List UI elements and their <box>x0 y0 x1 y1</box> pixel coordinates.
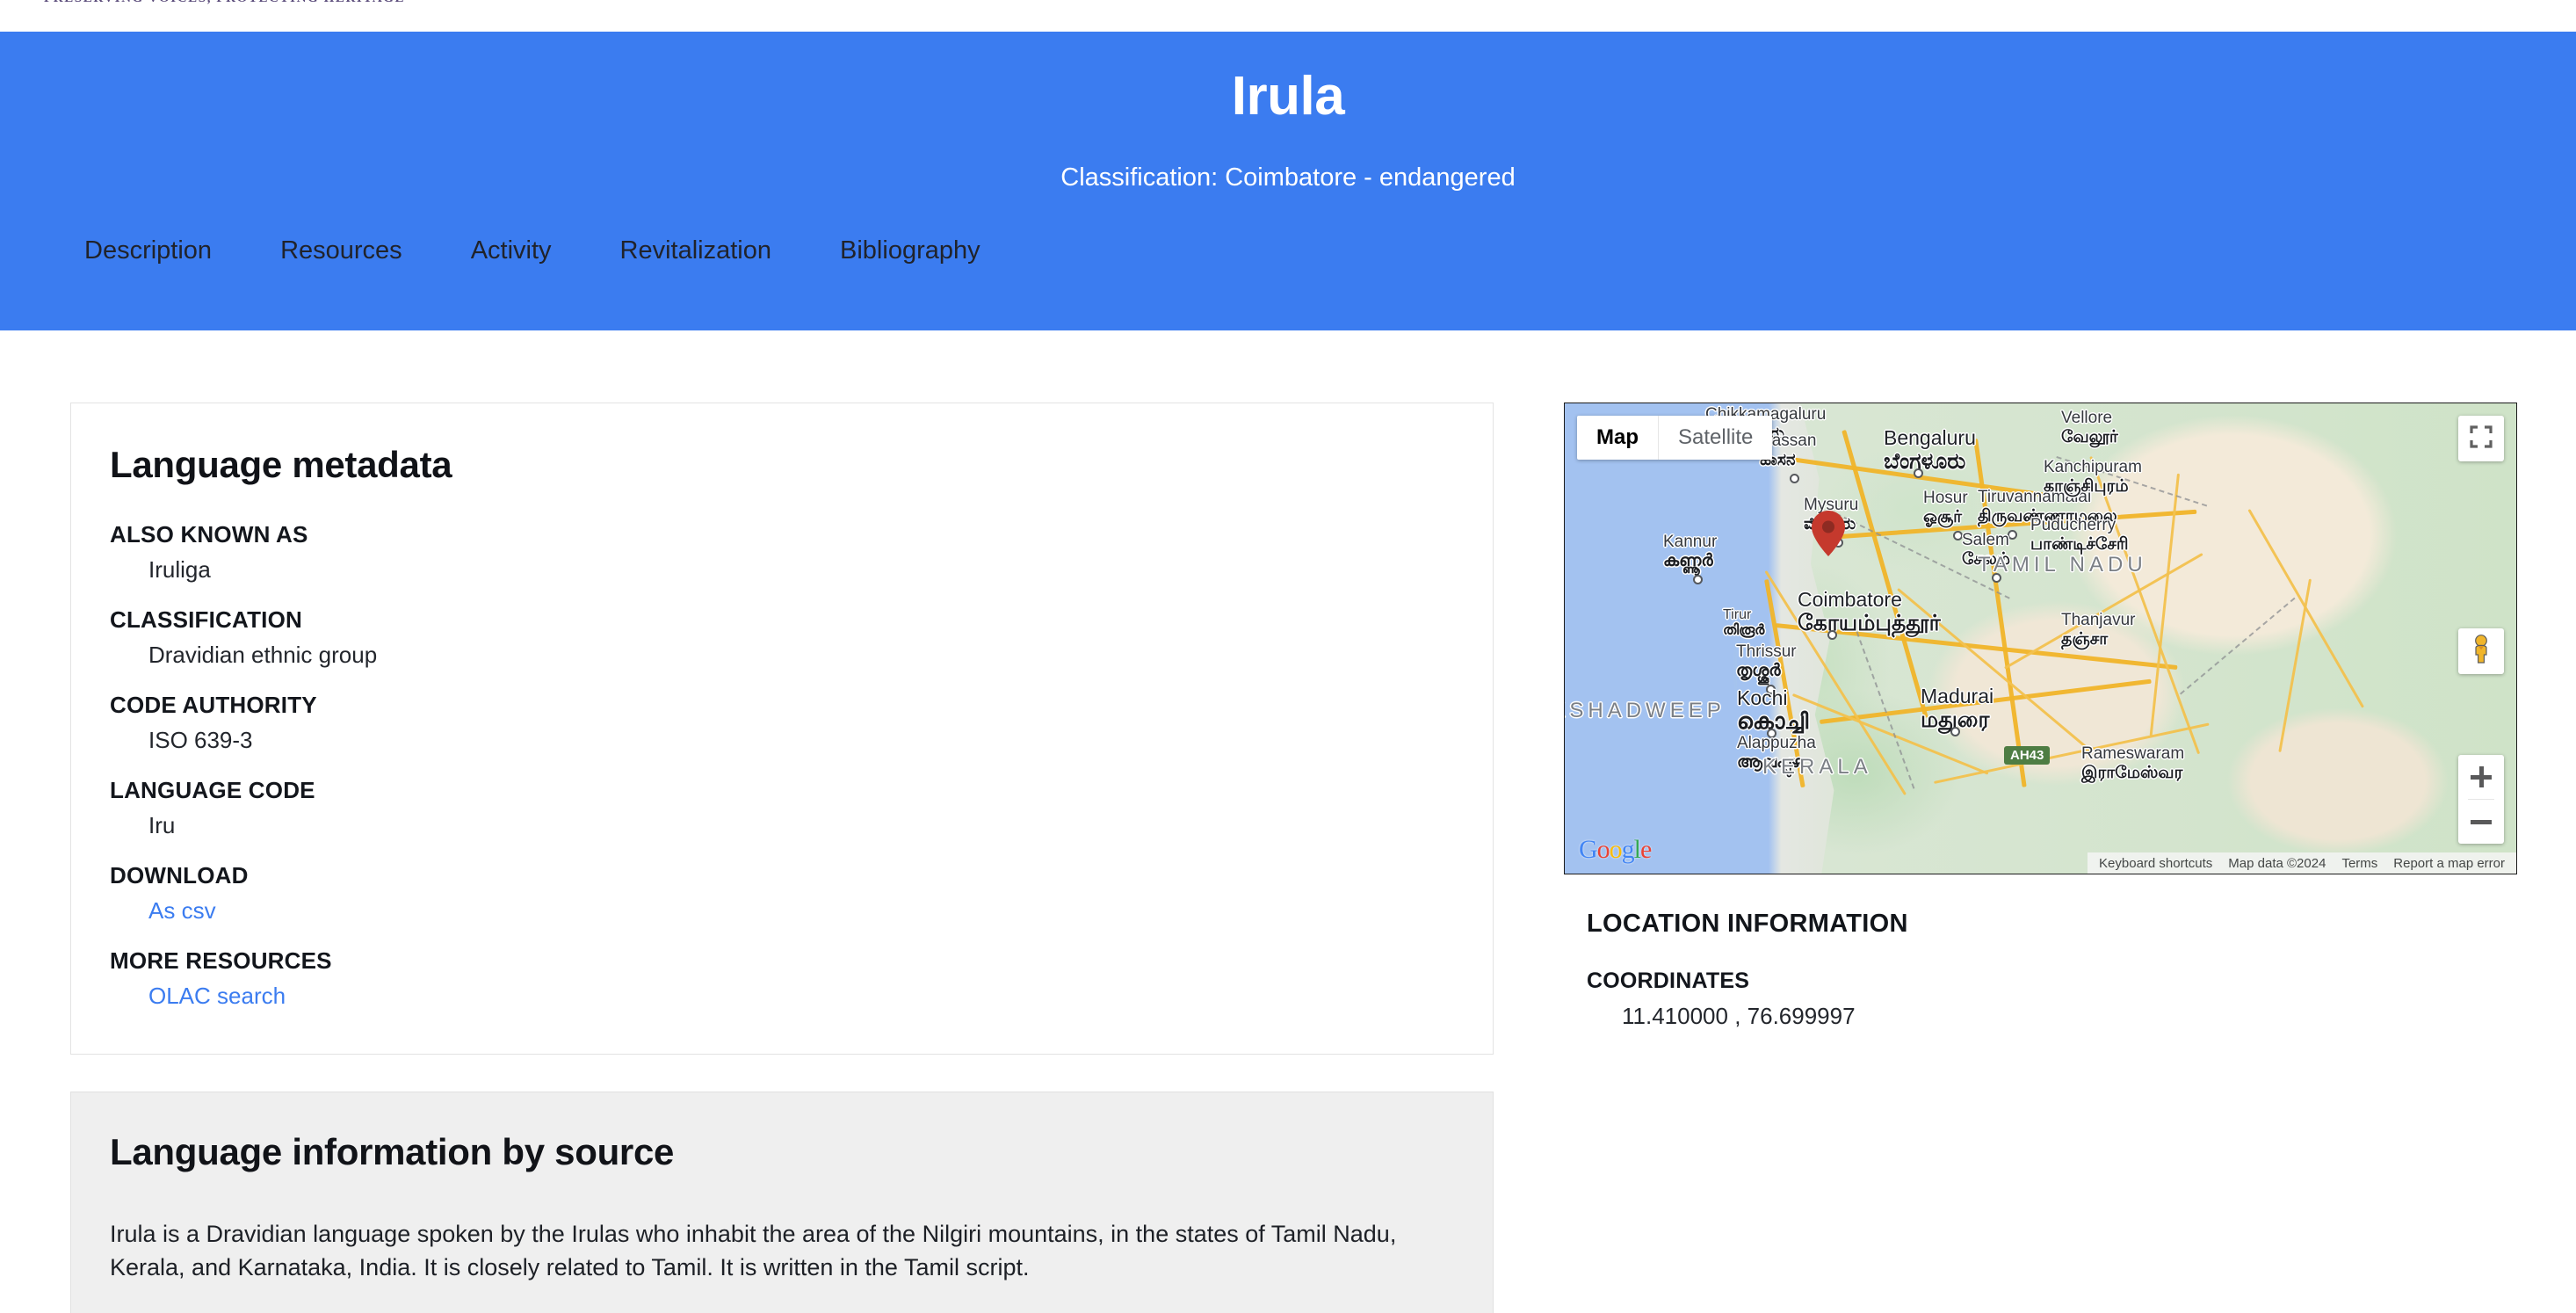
nav-item-bibliography[interactable]: Bibliography <box>840 231 980 271</box>
map-city-dot <box>1827 630 1837 640</box>
page-subtitle: Classification: Coimbatore - endangered <box>1060 163 1516 192</box>
map-city-dot <box>1834 538 1843 548</box>
map-city-dot <box>1693 575 1703 584</box>
map-zoom-control[interactable] <box>2458 755 2504 844</box>
metadata-term-classification: CLASSIFICATION <box>110 606 302 633</box>
metadata-term-download: DOWNLOAD <box>110 862 249 889</box>
download-csv-link[interactable]: As csv <box>148 897 216 924</box>
metadata-value-language-code: Iru <box>148 812 176 838</box>
olac-search-link[interactable]: OLAC search <box>148 983 286 1009</box>
map-city-dot <box>1753 649 1760 656</box>
metadata-value-classification: Dravidian ethnic group <box>148 642 378 668</box>
map-data-copyright: Map data ©2024 <box>2228 855 2326 871</box>
location-map[interactable]: AH43 Chikkamagaluruಚಿಕ್ಕಮಗಳೂರುHassanಹಾಸನ… <box>1564 403 2517 874</box>
language-metadata-card: Language metadata ALSO KNOWN AS Iruliga … <box>70 403 1494 1055</box>
map-city-dot <box>2008 530 2017 540</box>
metadata-term-more-resources: MORE RESOURCES <box>110 947 332 974</box>
metadata-term-language-code: LANGUAGE CODE <box>110 777 315 803</box>
main-nav: Description Resources Activity Revitaliz… <box>84 231 1049 271</box>
keyboard-shortcuts-link[interactable]: Keyboard shortcuts <box>2091 856 2220 871</box>
page-body: Language metadata ALSO KNOWN AS Iruliga … <box>0 330 2576 1313</box>
source-paragraph: Irula is a Dravidian language spoken by … <box>110 1221 1397 1281</box>
metadata-value-also-known-as: Iruliga <box>148 556 211 583</box>
coordinates-value: 11.410000 , 76.699997 <box>1622 1003 1856 1029</box>
map-tiles <box>1565 403 2516 874</box>
street-view-pegman-button[interactable] <box>2458 628 2504 674</box>
site-tagline: PRESERVING VOICES, PROTECTING HERITAGE <box>44 0 405 6</box>
google-logo: Google <box>1579 835 1652 864</box>
map-city-dot <box>1767 729 1776 738</box>
map-city-dot <box>1790 474 1799 483</box>
map-fullscreen-button[interactable] <box>2458 416 2504 461</box>
nav-item-revitalization[interactable]: Revitalization <box>620 231 771 271</box>
map-city-dot <box>1992 573 2001 583</box>
fullscreen-icon <box>2470 424 2493 453</box>
metadata-value-code-authority: ISO 639-3 <box>148 727 253 753</box>
report-map-error-link[interactable]: Report a map error <box>2385 856 2513 871</box>
page-title: Irula <box>1231 66 1345 127</box>
map-type-map-button[interactable]: Map <box>1577 416 1658 460</box>
language-information-by-source-card: Language information by source Irula is … <box>70 1092 1494 1313</box>
nav-item-description[interactable]: Description <box>84 231 212 271</box>
nav-item-resources[interactable]: Resources <box>280 231 402 271</box>
map-city-dot <box>1766 685 1776 694</box>
map-zoom-out-button[interactable] <box>2458 800 2504 844</box>
map-type-control[interactable]: Map Satellite <box>1577 416 1773 460</box>
metadata-term-also-known-as: ALSO KNOWN AS <box>110 521 308 548</box>
left-column: Language metadata ALSO KNOWN AS Iruliga … <box>70 403 1494 1313</box>
coordinates-term: COORDINATES <box>1587 968 1750 993</box>
metadata-term-code-authority: CODE AUTHORITY <box>110 692 317 718</box>
terms-link[interactable]: Terms <box>2334 856 2385 871</box>
highway-badge-ah43: AH43 <box>2004 746 2051 765</box>
site-logo-strip: PRESERVING VOICES, PROTECTING HERITAGE <box>0 0 2576 32</box>
nav-item-activity[interactable]: Activity <box>471 231 552 271</box>
map-type-satellite-button[interactable]: Satellite <box>1658 416 1772 460</box>
source-card-title: Language information by source <box>110 1131 675 1172</box>
location-information-title: LOCATION INFORMATION <box>1587 910 1908 938</box>
map-zoom-in-button[interactable] <box>2458 755 2504 799</box>
map-city-dot <box>1914 468 1923 478</box>
page-header: Irula Classification: Coimbatore - endan… <box>0 32 2576 330</box>
pegman-icon <box>2468 634 2494 669</box>
metadata-card-title: Language metadata <box>110 444 452 485</box>
location-information-panel: LOCATION INFORMATION COORDINATES 11.4100… <box>1564 874 2517 1030</box>
right-column: AH43 Chikkamagaluruಚಿಕ್ಕಮಗಳೂರುHassanಹಾಸನ… <box>1564 403 2517 1030</box>
map-attribution-bar: Keyboard shortcuts Map data ©2024 Terms … <box>2088 852 2516 874</box>
map-city-dot <box>1953 531 1963 540</box>
map-city-dot <box>1950 727 1960 736</box>
